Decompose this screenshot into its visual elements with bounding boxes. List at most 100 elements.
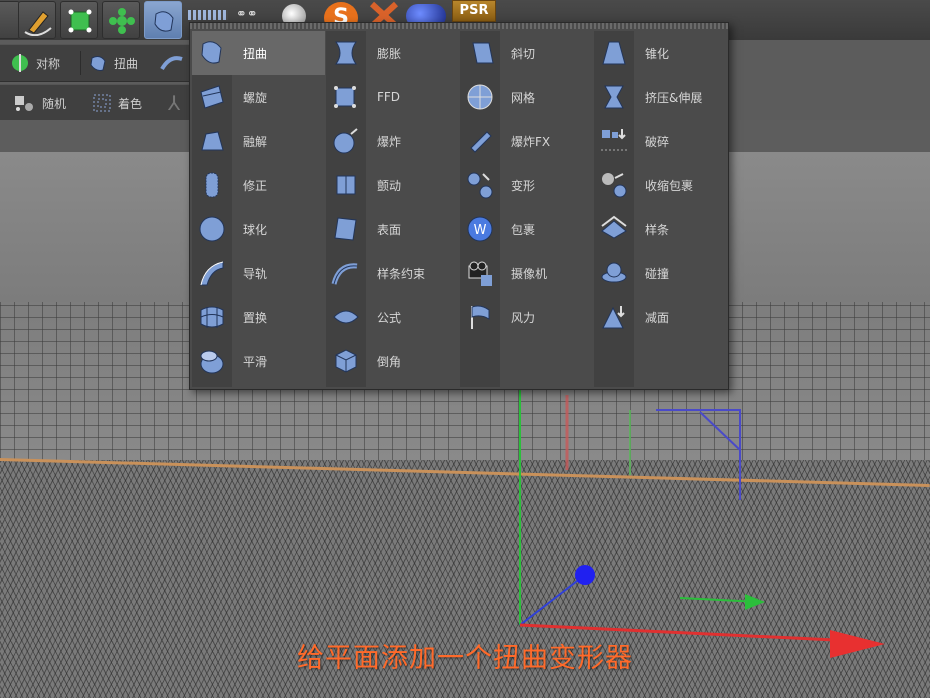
twist-icon <box>192 31 232 75</box>
menu-item-wrap[interactable]: W 包裹 <box>460 207 593 251</box>
menu-item-spiral[interactable]: 螺旋 <box>192 75 325 119</box>
menu-item-collision[interactable]: 碰撞 <box>594 251 727 295</box>
shatter-icon <box>594 119 634 163</box>
menu-item-morph[interactable]: 变形 <box>460 163 593 207</box>
explosion-fx-icon <box>460 119 500 163</box>
menu-item-label: 收缩包裹 <box>645 178 694 193</box>
menu-item-surface[interactable]: 表面 <box>326 207 459 251</box>
menu-item-label: 碰撞 <box>645 266 670 281</box>
deformer-menu: 扭曲 螺旋 融解 修正 球化 导轨 置换 平滑 膨胀 FFD 爆炸 颤动 表面 样条约束 公式 倒角 斜切 网格爆… <box>189 22 729 390</box>
spiral-icon <box>192 75 232 119</box>
spline-wrap-toolbar-button[interactable] <box>160 51 190 75</box>
twist-toolbar-button[interactable]: 扭曲 <box>88 51 138 75</box>
menu-column-1: 扭曲 螺旋融解修正球化导轨 置换 平滑 <box>192 31 325 387</box>
spline-wrap-icon <box>326 251 366 295</box>
menu-item-taper[interactable]: 锥化 <box>594 31 727 75</box>
explosion-icon <box>326 119 366 163</box>
menu-grip[interactable] <box>190 23 728 29</box>
correction-icon <box>192 163 232 207</box>
menu-item-shear[interactable]: 斜切 <box>460 31 593 75</box>
menu-item-label: 爆炸FX <box>511 134 551 149</box>
menu-item-label: 颤动 <box>377 178 402 193</box>
pen-tool-button[interactable] <box>18 1 56 39</box>
menu-item-spline-wrap[interactable]: 样条约束 <box>326 251 459 295</box>
shader-label: 着色 <box>118 96 143 111</box>
menu-item-label: 融解 <box>243 134 268 149</box>
morph-icon <box>460 163 500 207</box>
menu-item-rail[interactable]: 导轨 <box>192 251 325 295</box>
menu-item-melt[interactable]: 融解 <box>192 119 325 163</box>
mograph-button[interactable] <box>102 1 140 39</box>
effector-toolbar-row: 随机 着色 ⅄ <box>0 84 200 122</box>
menu-item-label: 摄像机 <box>511 266 548 281</box>
menu-item-formula[interactable]: 公式 <box>326 295 459 339</box>
menu-item-spline[interactable]: 样条 <box>594 207 727 251</box>
menu-item-label: 球化 <box>243 222 268 237</box>
deformer-button[interactable] <box>144 1 182 39</box>
shrink-wrap-icon <box>594 163 634 207</box>
menu-item-label: 样条约束 <box>377 266 426 281</box>
bulge-icon <box>326 31 366 75</box>
cube-object-button[interactable] <box>60 1 98 39</box>
menu-item-label: 修正 <box>243 178 268 193</box>
displacer-icon <box>192 295 232 339</box>
menu-item-correction[interactable]: 修正 <box>192 163 325 207</box>
menu-item-mesh[interactable]: 网格 <box>460 75 593 119</box>
scene-strip-icon[interactable] <box>188 10 228 20</box>
menu-item-twist[interactable]: 扭曲 <box>192 31 325 75</box>
shader-effector-button[interactable]: 着色 <box>92 91 142 115</box>
menu-item-label: 挤压&伸展 <box>645 90 703 105</box>
twist-icon <box>90 56 106 71</box>
menu-item-explosion-fx[interactable]: 爆炸FX <box>460 119 593 163</box>
rail-icon <box>192 251 232 295</box>
spline-wrap-icon <box>160 56 183 71</box>
symmetry-label: 对称 <box>36 56 61 71</box>
symmetry-icon <box>12 54 28 72</box>
menu-item-bulge[interactable]: 膨胀 <box>326 31 459 75</box>
squash-stretch-icon <box>594 75 634 119</box>
symmetry-button[interactable]: 对称 <box>10 51 60 75</box>
menu-item-wind[interactable]: 风力 <box>460 295 593 339</box>
menu-item-label: 公式 <box>377 310 402 325</box>
mesh-icon <box>460 75 500 119</box>
shader-grid-icon <box>93 94 111 112</box>
twist-label: 扭曲 <box>114 56 139 71</box>
menu-item-label: 破碎 <box>645 134 670 149</box>
menu-item-label: 风力 <box>511 310 536 325</box>
menu-item-camera[interactable]: 摄像机 <box>460 251 593 295</box>
menu-item-explosion[interactable]: 爆炸 <box>326 119 459 163</box>
glasses-icon[interactable]: ⚭⚭ <box>236 8 262 22</box>
menu-item-label: FFD <box>377 90 401 104</box>
random-label: 随机 <box>42 96 67 111</box>
menu-item-label: 爆炸 <box>377 134 402 149</box>
psr-button[interactable]: PSR <box>452 0 496 22</box>
smoothing-icon <box>192 339 232 383</box>
menu-item-shrink-wrap[interactable]: 收缩包裹 <box>594 163 727 207</box>
menu-item-displacer[interactable]: 置换 <box>192 295 325 339</box>
random-icon <box>15 96 33 111</box>
wrap-icon: W <box>460 207 500 251</box>
bevel-icon <box>326 339 366 383</box>
tutorial-caption: 给平面添加一个扭曲变形器 <box>297 643 633 674</box>
formula-icon <box>326 295 366 339</box>
collision-icon <box>594 251 634 295</box>
menu-item-jiggle[interactable]: 颤动 <box>326 163 459 207</box>
ffd-icon <box>326 75 366 119</box>
menu-item-polygon-reduction[interactable]: 减面 <box>594 295 727 339</box>
menu-item-bevel[interactable]: 倒角 <box>326 339 459 383</box>
menu-item-label: 锥化 <box>645 46 670 61</box>
menu-column-2: 膨胀 FFD 爆炸颤动表面样条约束公式倒角 <box>326 31 459 387</box>
menu-item-shatter[interactable]: 破碎 <box>594 119 727 163</box>
menu-item-squash-stretch[interactable]: 挤压&伸展 <box>594 75 727 119</box>
menu-item-spherify[interactable]: 球化 <box>192 207 325 251</box>
menu-column-4: 锥化挤压&伸展破碎收缩包裹样条碰撞减面 <box>594 31 727 387</box>
menu-item-label: 倒角 <box>377 354 402 369</box>
menu-item-ffd[interactable]: FFD <box>326 75 459 119</box>
menu-item-label: 样条 <box>645 222 670 237</box>
menu-item-smoothing[interactable]: 平滑 <box>192 339 325 383</box>
partial-effector-icon[interactable]: ⅄ <box>168 91 180 115</box>
toolbar-button-partial[interactable] <box>0 1 20 39</box>
random-effector-button[interactable]: 随机 <box>12 91 66 115</box>
svg-text:W: W <box>474 223 487 238</box>
menu-item-label: 减面 <box>645 310 670 325</box>
